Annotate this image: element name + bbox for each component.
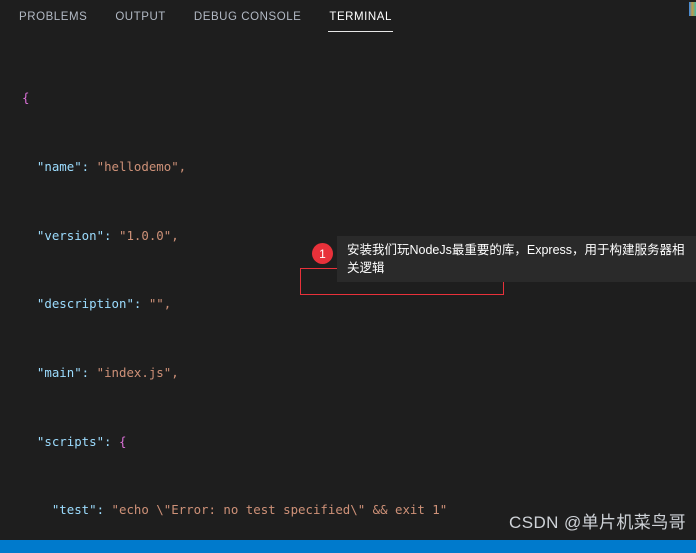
status-bar[interactable] [0, 540, 696, 553]
tab-problems[interactable]: PROBLEMS [18, 7, 88, 28]
json-value-version: "1.0.0", [119, 227, 179, 243]
json-value-main: "index.js", [96, 364, 179, 380]
json-line-scripts: "scripts": { [22, 433, 696, 450]
tab-debug-console[interactable]: DEBUG CONSOLE [193, 7, 302, 28]
tab-terminal[interactable]: TERMINAL [328, 7, 393, 32]
json-value-name: "hellodemo", [96, 159, 187, 175]
json-open-brace: { [22, 90, 30, 106]
json-value-description: "", [148, 296, 172, 312]
json-value-test: "echo \"Error: no test specified\" && ex… [111, 502, 448, 518]
json-key-description: "description": [36, 296, 142, 312]
panel-corner-icon [689, 2, 696, 16]
json-key-version: "version": [36, 227, 112, 243]
vscode-panel: PROBLEMS OUTPUT DEBUG CONSOLE TERMINAL {… [0, 0, 696, 553]
json-line-main: "main": "index.js", [22, 364, 696, 381]
json-scripts-open: { [119, 433, 127, 449]
json-line-open: { [22, 89, 696, 106]
json-line-description: "description": "", [22, 295, 696, 312]
csdn-watermark: CSDN @单片机菜鸟哥 [509, 513, 686, 532]
tab-output[interactable]: OUTPUT [114, 7, 167, 28]
json-key-scripts: "scripts": [36, 433, 112, 449]
json-key-test: "test": [51, 502, 105, 518]
json-line-name: "name": "hellodemo", [22, 158, 696, 175]
panel-tab-bar: PROBLEMS OUTPUT DEBUG CONSOLE TERMINAL [0, 0, 696, 35]
json-key-name: "name": [36, 159, 90, 175]
annotation-tooltip: 安装我们玩NodeJs最重要的库，Express，用于构建服务器相关逻辑 [337, 236, 696, 282]
annotation-step-badge: 1 [312, 243, 333, 264]
terminal-output[interactable]: { "name": "hellodemo", "version": "1.0.0… [0, 35, 696, 539]
json-key-main: "main": [36, 364, 90, 380]
